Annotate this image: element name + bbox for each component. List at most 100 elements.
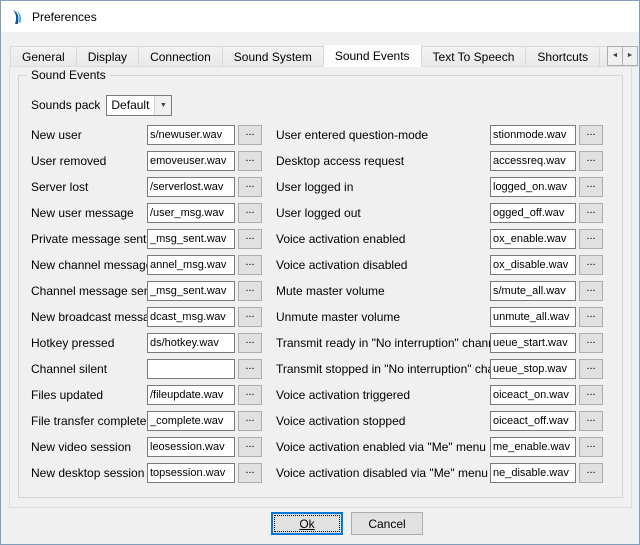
event-label-left: File transfer complete: [31, 414, 147, 428]
tab-shortcuts[interactable]: Shortcuts: [525, 46, 600, 67]
browse-button-left[interactable]: ...: [238, 229, 262, 249]
sound-event-row: Channel message sent ... Mute master vol…: [31, 278, 614, 304]
sound-event-row: New desktop session ... Voice activation…: [31, 460, 614, 486]
browse-button-right[interactable]: ...: [579, 333, 603, 353]
sound-file-input-left[interactable]: [147, 177, 235, 197]
sound-file-input-left[interactable]: [147, 463, 235, 483]
sound-file-input-left[interactable]: [147, 255, 235, 275]
browse-button-left[interactable]: ...: [238, 255, 262, 275]
browse-button-right[interactable]: ...: [579, 411, 603, 431]
sound-event-row: New channel message ... Voice activation…: [31, 252, 614, 278]
sound-file-input-right[interactable]: [490, 385, 576, 405]
sound-file-input-right[interactable]: [490, 255, 576, 275]
browse-button-right[interactable]: ...: [579, 125, 603, 145]
event-label-right: Mute master volume: [276, 284, 490, 298]
sound-event-rows: New user ... User entered question-mode …: [31, 122, 614, 486]
browse-button-left[interactable]: ...: [238, 203, 262, 223]
sound-file-input-right[interactable]: [490, 125, 576, 145]
sounds-pack-select[interactable]: Default ▼: [106, 95, 172, 116]
event-label-left: User removed: [31, 154, 147, 168]
sound-file-input-left[interactable]: [147, 359, 235, 379]
sound-file-input-right[interactable]: [490, 333, 576, 353]
event-label-left: Private message sent: [31, 232, 147, 246]
browse-button-right[interactable]: ...: [579, 203, 603, 223]
titlebar: Preferences: [1, 1, 639, 32]
tab-sound-events[interactable]: Sound Events: [323, 45, 422, 67]
tab-display[interactable]: Display: [76, 46, 139, 67]
sound-file-input-left[interactable]: [147, 151, 235, 171]
sound-file-input-left[interactable]: [147, 125, 235, 145]
browse-button-left[interactable]: ...: [238, 463, 262, 483]
tab-scroll-right-icon[interactable]: ►: [622, 46, 638, 66]
browse-button-left[interactable]: ...: [238, 359, 262, 379]
browse-button-right[interactable]: ...: [579, 151, 603, 171]
event-label-left: Files updated: [31, 388, 147, 402]
sound-file-input-left[interactable]: [147, 385, 235, 405]
browse-button-right[interactable]: ...: [579, 307, 603, 327]
event-label-right: Unmute master volume: [276, 310, 490, 324]
event-label-left: New video session: [31, 440, 147, 454]
preferences-dialog: Preferences General Display Connection S…: [0, 0, 640, 545]
sound-file-input-left[interactable]: [147, 203, 235, 223]
browse-button-left[interactable]: ...: [238, 125, 262, 145]
sound-file-input-left[interactable]: [147, 333, 235, 353]
sound-file-input-right[interactable]: [490, 437, 576, 457]
event-label-right: User entered question-mode: [276, 128, 490, 142]
ok-button[interactable]: Ok: [271, 512, 343, 535]
browse-button-left[interactable]: ...: [238, 411, 262, 431]
sound-file-input-right[interactable]: [490, 203, 576, 223]
tab-text-to-speech[interactable]: Text To Speech: [421, 46, 527, 67]
event-label-left: New desktop session: [31, 466, 147, 480]
event-label-right: User logged out: [276, 206, 490, 220]
browse-button-left[interactable]: ...: [238, 437, 262, 457]
sound-event-row: User removed ... Desktop access request …: [31, 148, 614, 174]
event-label-left: New user: [31, 128, 147, 142]
sound-event-row: Server lost ... User logged in ...: [31, 174, 614, 200]
sound-file-input-right[interactable]: [490, 359, 576, 379]
sound-file-input-left[interactable]: [147, 411, 235, 431]
sound-file-input-left[interactable]: [147, 229, 235, 249]
event-label-left: Channel silent: [31, 362, 147, 376]
browse-button-left[interactable]: ...: [238, 385, 262, 405]
sounds-pack-label: Sounds pack: [31, 98, 100, 112]
browse-button-left[interactable]: ...: [238, 151, 262, 171]
sound-event-row: File transfer complete ... Voice activat…: [31, 408, 614, 434]
browse-button-right[interactable]: ...: [579, 255, 603, 275]
sound-file-input-right[interactable]: [490, 177, 576, 197]
browse-button-left[interactable]: ...: [238, 333, 262, 353]
browse-button-left[interactable]: ...: [238, 177, 262, 197]
sound-file-input-right[interactable]: [490, 151, 576, 171]
sound-file-input-left[interactable]: [147, 281, 235, 301]
sound-events-page: Sound Events Sounds pack Default ▼ New u…: [9, 66, 632, 508]
sound-event-row: New video session ... Voice activation e…: [31, 434, 614, 460]
browse-button-right[interactable]: ...: [579, 437, 603, 457]
sound-event-row: New user ... User entered question-mode …: [31, 122, 614, 148]
sound-file-input-right[interactable]: [490, 411, 576, 431]
event-label-right: Voice activation disabled via "Me" menu: [276, 466, 490, 480]
sound-file-input-left[interactable]: [147, 307, 235, 327]
event-label-right: Transmit ready in "No interruption" chan…: [276, 336, 490, 350]
sound-event-row: New broadcast message ... Unmute master …: [31, 304, 614, 330]
event-label-left: Hotkey pressed: [31, 336, 147, 350]
browse-button-right[interactable]: ...: [579, 463, 603, 483]
browse-button-right[interactable]: ...: [579, 229, 603, 249]
tab-sound-system[interactable]: Sound System: [222, 46, 324, 67]
cancel-button[interactable]: Cancel: [351, 512, 423, 535]
browse-button-left[interactable]: ...: [238, 307, 262, 327]
browse-button-right[interactable]: ...: [579, 177, 603, 197]
event-label-right: Voice activation enabled via "Me" menu: [276, 440, 490, 454]
browse-button-right[interactable]: ...: [579, 359, 603, 379]
tab-scroll-left-icon[interactable]: ◄: [607, 46, 623, 66]
sound-file-input-left[interactable]: [147, 437, 235, 457]
sound-events-groupbox: Sound Events Sounds pack Default ▼ New u…: [18, 75, 623, 498]
sound-file-input-right[interactable]: [490, 463, 576, 483]
browse-button-right[interactable]: ...: [579, 281, 603, 301]
browse-button-left[interactable]: ...: [238, 281, 262, 301]
sound-file-input-right[interactable]: [490, 229, 576, 249]
sound-file-input-right[interactable]: [490, 307, 576, 327]
browse-button-right[interactable]: ...: [579, 385, 603, 405]
sound-file-input-right[interactable]: [490, 281, 576, 301]
tab-connection[interactable]: Connection: [138, 46, 223, 67]
sounds-pack-row: Sounds pack Default ▼: [31, 94, 172, 116]
tab-general[interactable]: General: [10, 46, 77, 67]
